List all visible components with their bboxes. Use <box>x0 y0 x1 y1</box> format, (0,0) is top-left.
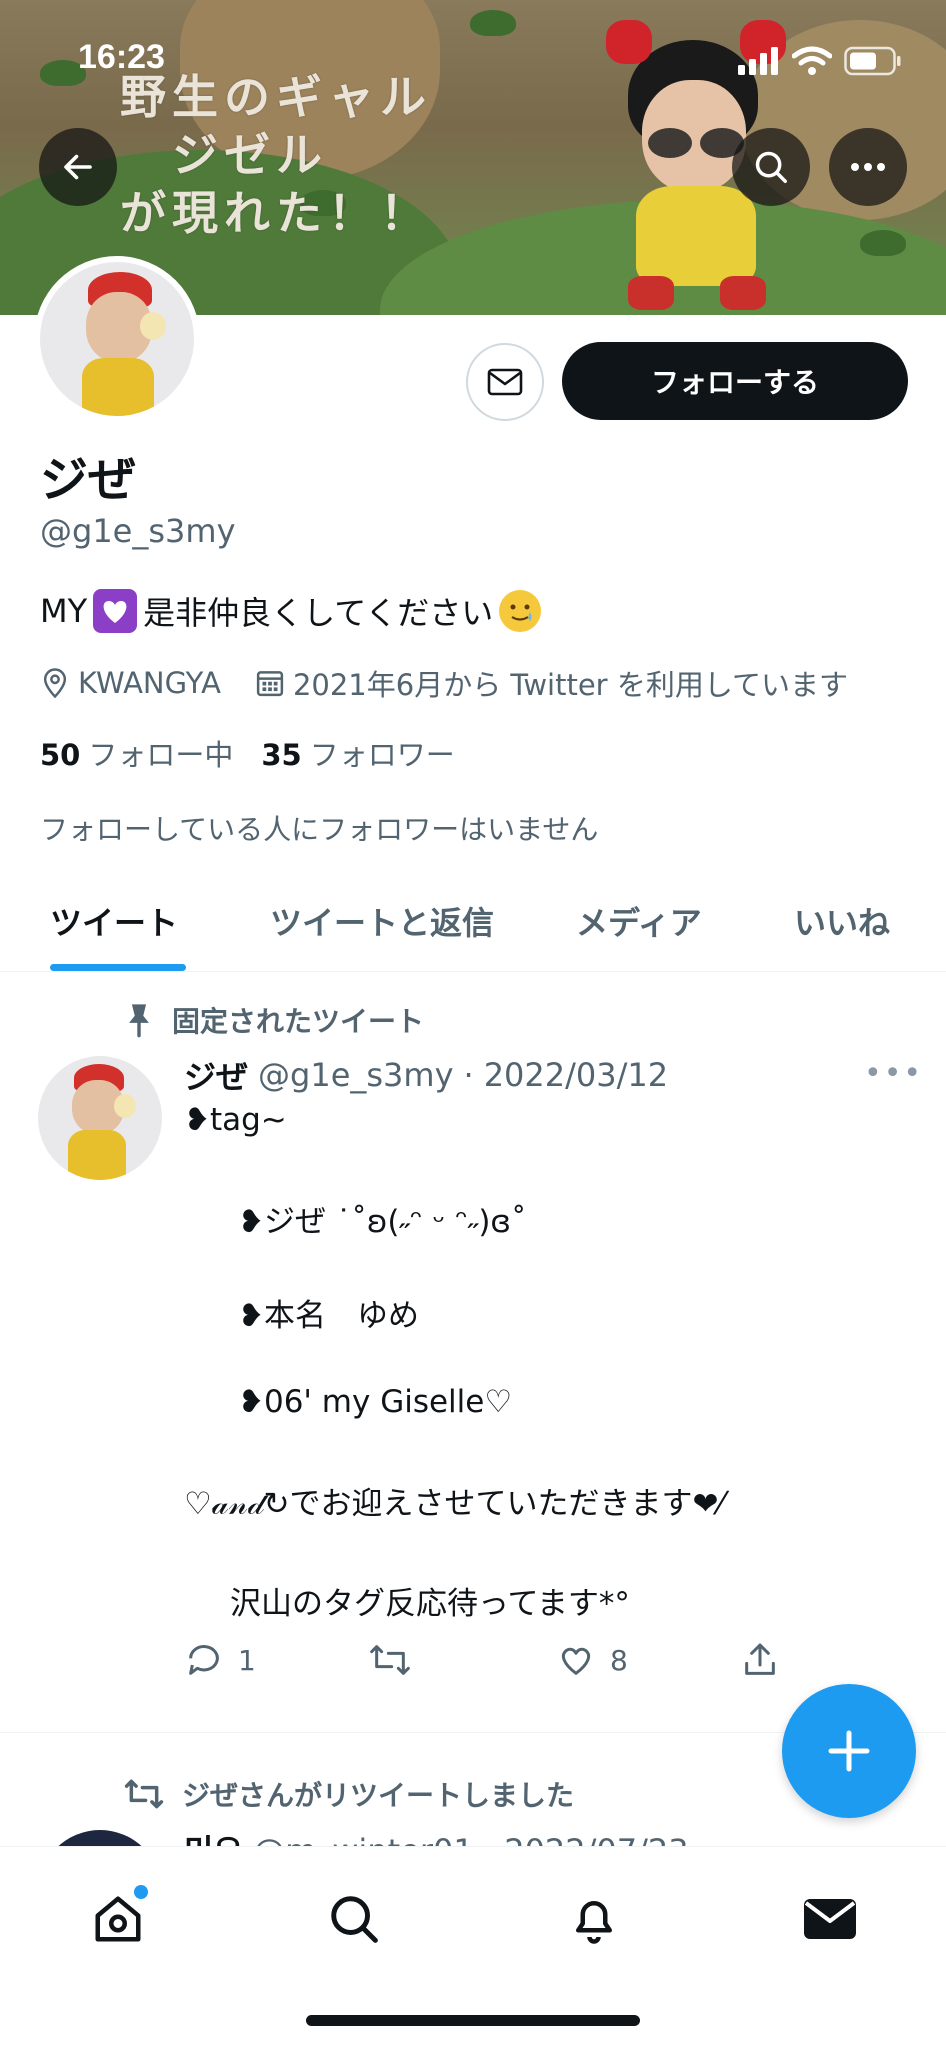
reply-button[interactable]: 1 <box>184 1640 256 1680</box>
active-tab-indicator <box>50 964 186 971</box>
reply-count: 1 <box>238 1643 256 1677</box>
home-icon <box>95 1896 141 1942</box>
followers-link[interactable]: 35 フォロワー <box>261 732 454 774</box>
home-indicator <box>306 2015 640 2026</box>
following-link[interactable]: 50 フォロー中 <box>40 732 233 774</box>
share-button[interactable] <box>740 1640 780 1680</box>
message-button[interactable] <box>466 343 544 421</box>
signal-icon <box>738 47 778 75</box>
like-count: 8 <box>610 1643 628 1677</box>
joined-text: 2021年6月から Twitter を利用しています <box>292 668 848 702</box>
like-button[interactable]: 8 <box>556 1640 628 1680</box>
followers-you-know-note: フォローしている人にフォロワーはいません <box>40 813 599 846</box>
envelope-icon <box>487 368 523 396</box>
avatar-image <box>40 262 194 416</box>
tweet-author-handle: @g1e_s3my <box>258 1056 454 1094</box>
more-options-button[interactable] <box>829 128 907 206</box>
nav-search[interactable] <box>314 1879 394 1959</box>
tweet-header: ジぜ @g1e_s3my · 2022/03/12 <box>184 1052 874 1098</box>
search-button[interactable] <box>732 128 810 206</box>
tweet-text-line: ❥06' my Giselle♡ <box>238 1384 513 1420</box>
tweet-text-line: ♡𝒶𝓃𝒹↻でお迎えさせていただきます❤︎⁄ <box>184 1486 724 1522</box>
tab-tweets[interactable]: ツイート <box>50 898 178 944</box>
bio-prefix: MY <box>40 592 88 630</box>
compose-tweet-button[interactable] <box>782 1684 916 1818</box>
back-button[interactable] <box>39 128 117 206</box>
tab-tweets-and-replies[interactable]: ツイートと返信 <box>270 898 494 944</box>
new-content-dot <box>134 1885 148 1899</box>
status-icons <box>738 46 902 76</box>
purple-heart-emoji-icon <box>93 589 138 633</box>
battery-icon <box>844 46 901 76</box>
reply-icon <box>189 1645 219 1675</box>
tweet-date[interactable]: 2022/03/12 <box>484 1056 668 1094</box>
heart-icon <box>561 1647 591 1675</box>
bottom-navigation <box>0 1846 946 2048</box>
smiling-tear-emoji-icon <box>499 590 542 632</box>
nav-messages[interactable] <box>790 1879 870 1959</box>
profile-location: KWANGYA <box>40 666 221 700</box>
tweet-author-avatar[interactable] <box>38 1056 162 1180</box>
tab-media[interactable]: メディア <box>576 898 702 944</box>
status-time: 16:23 <box>78 38 165 76</box>
pinned-tweet-label: 固定されたツイート <box>122 1000 424 1040</box>
nav-notifications[interactable] <box>554 1879 634 1959</box>
search-icon <box>755 151 787 183</box>
tab-likes[interactable]: いいね <box>794 898 890 944</box>
tweet-text-line: 沢山のタグ反応待ってます*° <box>230 1586 630 1622</box>
share-icon <box>745 1643 775 1675</box>
profile-bio: MY 是非仲良くしてください <box>40 588 542 634</box>
arrow-left-icon <box>64 154 92 180</box>
more-icon <box>851 163 885 171</box>
plus-icon <box>828 1730 870 1772</box>
follow-stats: 50 フォロー中 35 フォロワー <box>40 732 455 774</box>
tweet-text-line: ❥ジぜ ˙˚ʚ(˶ᵔ ᵕ ᵔ˶)ɞ˚ <box>238 1204 527 1240</box>
wifi-icon <box>792 46 832 75</box>
tweet-actions: 1 8 <box>184 1640 804 1690</box>
tweet-text-line: ❥本名 ゆめ <box>238 1298 419 1334</box>
profile-meta: KWANGYA 2021年6月から Twitter を利用しています <box>40 662 882 704</box>
calendar-icon <box>256 671 284 697</box>
tweet-more-icon[interactable]: ••• <box>864 1056 923 1091</box>
tweet-author-name[interactable]: ジぜ <box>184 1052 248 1098</box>
separator-dot: · <box>463 1056 474 1094</box>
tweet-text-line: ❥tag~ <box>184 1102 287 1138</box>
pin-icon <box>129 1004 149 1038</box>
follow-button[interactable]: フォローする <box>562 342 908 420</box>
search-icon <box>331 1896 378 1943</box>
user-handle: @g1e_s3my <box>40 512 236 550</box>
envelope-icon <box>804 1899 856 1939</box>
retweet-button[interactable] <box>368 1640 426 1680</box>
nav-home[interactable] <box>78 1879 158 1959</box>
bio-text: 是非仲良くしてください <box>143 594 494 632</box>
banner-bush <box>860 230 906 256</box>
profile-joined-date: 2021年6月から Twitter を利用しています <box>255 662 848 704</box>
profile-tabs: ツイート ツイートと返信 メディア いいね <box>0 878 946 972</box>
status-bar: 16:23 <box>0 0 946 120</box>
bell-icon <box>576 1901 612 1944</box>
location-pin-icon <box>43 668 67 699</box>
retweet-icon <box>370 1645 410 1675</box>
display-name: ジぜ <box>40 452 137 508</box>
location-text: KWANGYA <box>78 666 221 700</box>
profile-avatar[interactable] <box>34 256 200 422</box>
retweeted-label: ジぜさんがリツイートしました <box>122 1774 574 1814</box>
retweet-icon <box>124 1779 164 1809</box>
